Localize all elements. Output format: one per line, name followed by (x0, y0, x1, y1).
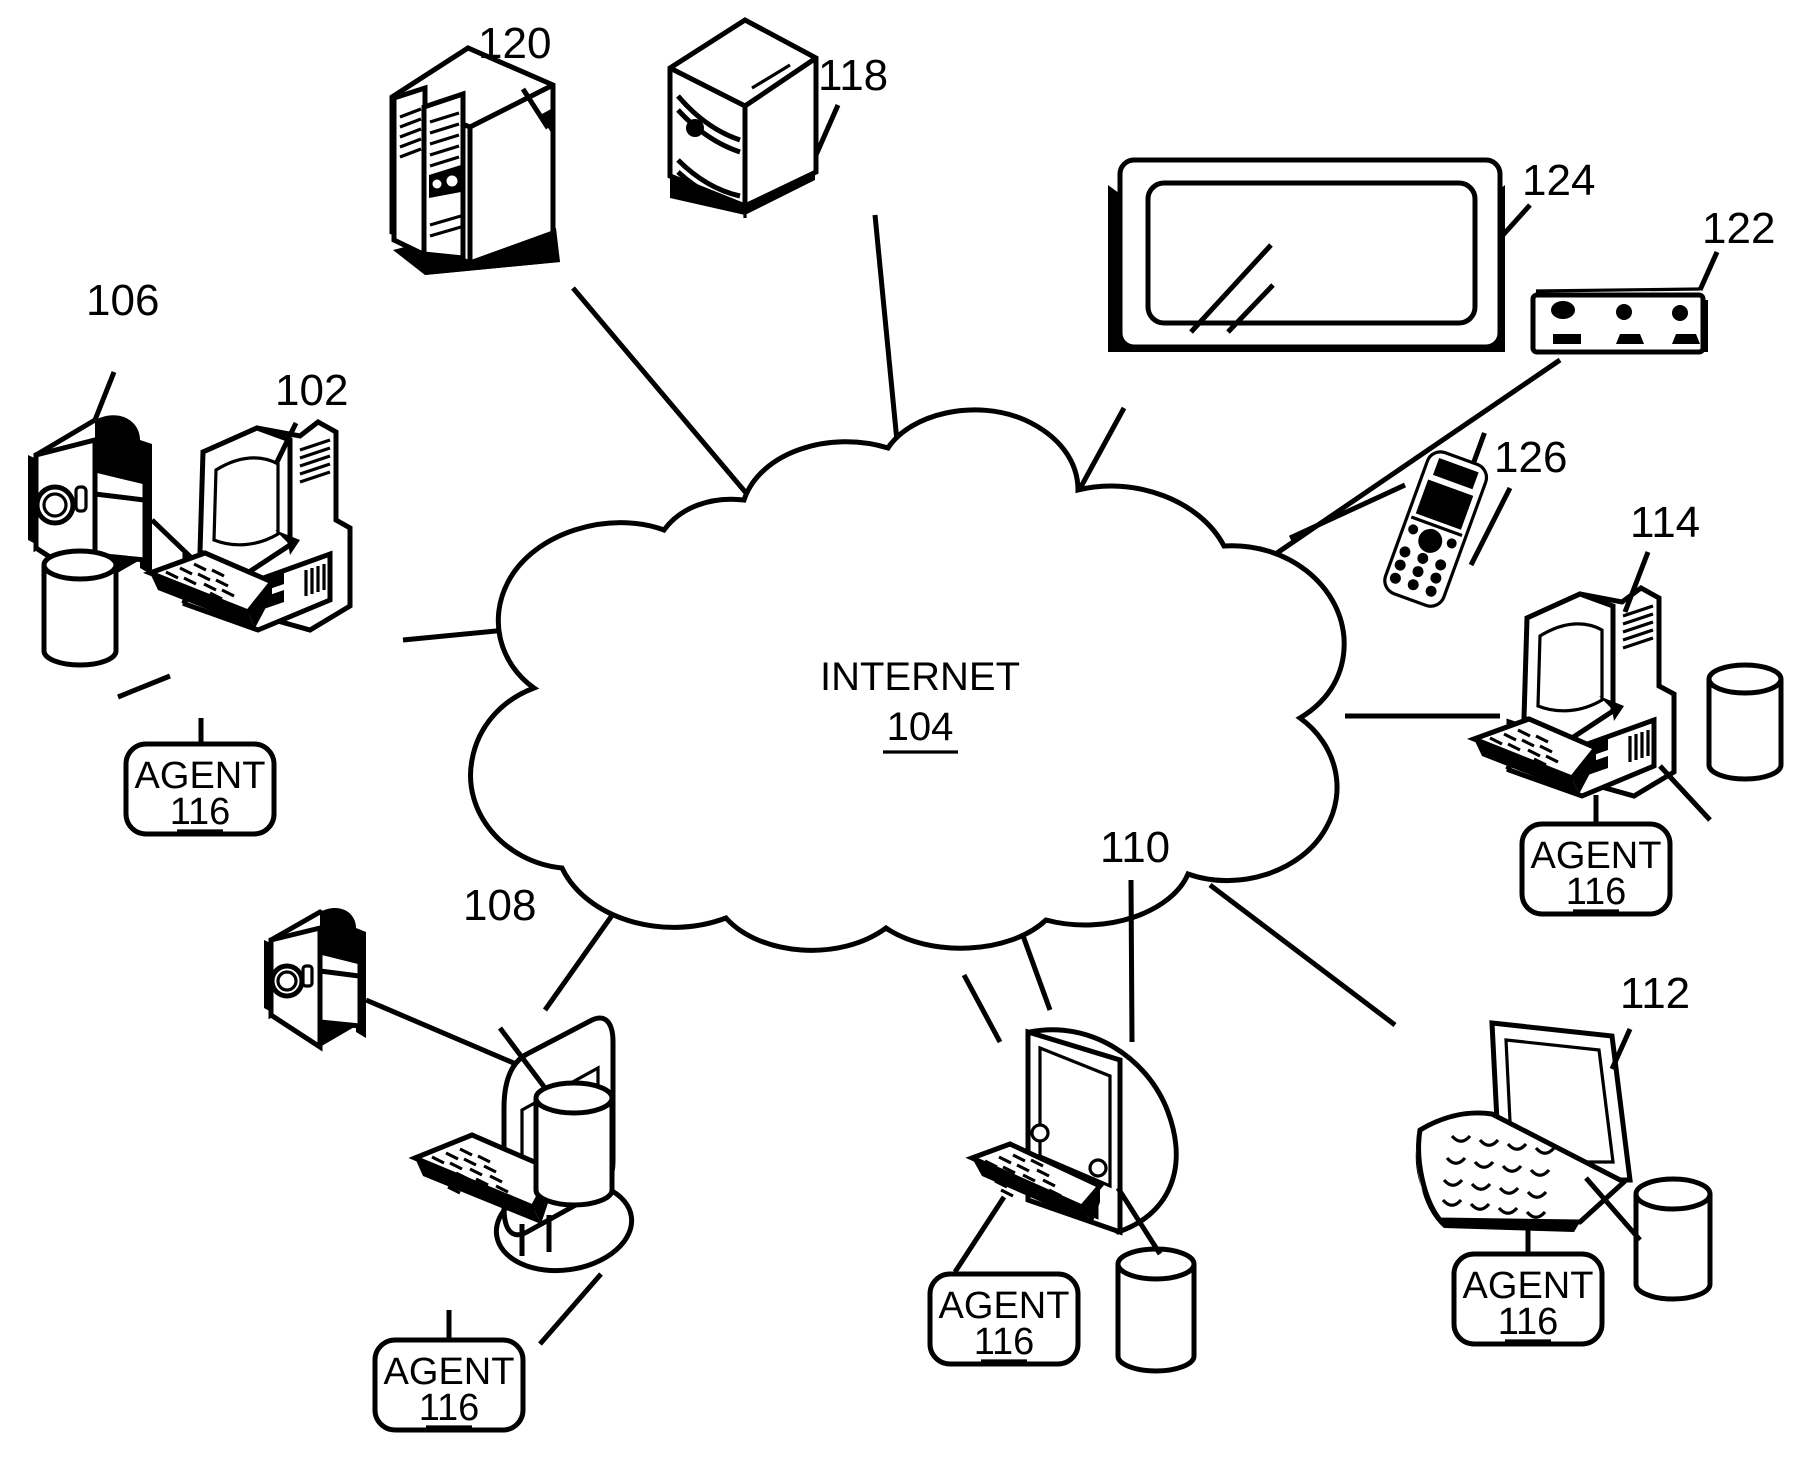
agent-box-108[interactable]: AGENT 116 (372, 1224, 526, 1433)
agent-ref: 116 (419, 1387, 480, 1429)
ref-label-102: 102 (275, 366, 348, 415)
ref-label-120: 120 (478, 19, 551, 68)
node-flat-monitor-pc-108[interactable]: 108 (264, 881, 637, 1346)
ref-label-114: 114 (1630, 498, 1700, 547)
video-camera-secondary-icon (264, 907, 366, 1052)
ref-label-118: 118 (818, 51, 888, 100)
agent-box-112[interactable]: AGENT 116 (1451, 1224, 1605, 1347)
internet-cloud: INTERNET 104 (468, 407, 1347, 953)
agent-ref: 116 (1498, 1301, 1559, 1343)
cloud-title: INTERNET (820, 655, 1020, 699)
node-mainframe-120[interactable]: 120 (389, 19, 560, 275)
node-video-camera-106[interactable]: 106 (28, 276, 227, 592)
network-diagram-canvas: INTERNET 104 120 118 124 122 126 106 102… (28, 17, 1784, 1433)
agent-box-114[interactable]: AGENT 116 (1519, 795, 1673, 917)
node-tower-server-118[interactable]: 118 (667, 17, 888, 218)
ref-label-126: 126 (1494, 433, 1567, 482)
database-114 (1706, 662, 1784, 782)
ref-label-106: 106 (86, 276, 159, 325)
ref-label-108: 108 (463, 881, 536, 930)
cloud-ref: 104 (887, 705, 954, 749)
patent-figure: INTERNET 104 120 118 124 122 126 106 102… (0, 0, 1819, 1460)
ref-label-112: 112 (1620, 969, 1690, 1018)
database-108 (533, 1080, 615, 1208)
agent-box-102[interactable]: AGENT 116 (123, 718, 277, 837)
database-112 (1633, 1176, 1713, 1302)
agent-box-110[interactable]: AGENT 116 (927, 1195, 1081, 1367)
agent-ref: 116 (974, 1321, 1035, 1363)
node-set-top-box-122[interactable]: 122 (1530, 204, 1775, 355)
ref-label-110: 110 (1100, 823, 1170, 872)
node-flat-panel-tv-124[interactable]: 124 (1108, 156, 1595, 352)
database-110 (1115, 1246, 1197, 1374)
ref-label-124: 124 (1522, 156, 1595, 205)
node-workstation-114[interactable]: 114 (1466, 498, 1784, 822)
node-mobile-phone-126[interactable]: 126 (1381, 418, 1568, 610)
database-102 (41, 548, 119, 668)
ref-label-122: 122 (1702, 204, 1775, 253)
node-laptop-112[interactable]: 112 (1415, 969, 1713, 1302)
agent-ref: 116 (1566, 871, 1627, 913)
agent-ref: 116 (170, 791, 231, 833)
